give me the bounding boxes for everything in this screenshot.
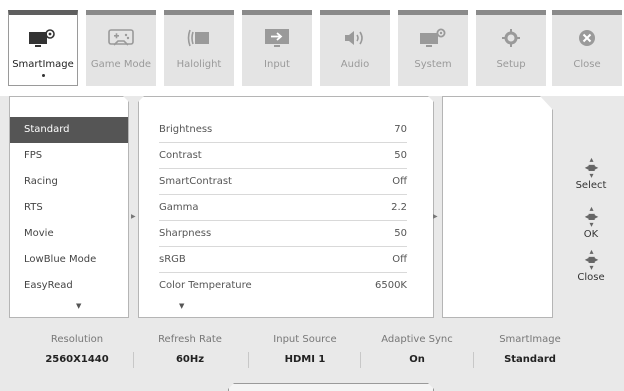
list-item[interactable]: FPS bbox=[10, 143, 128, 169]
status-label: Resolution bbox=[50, 334, 104, 345]
smartimage-mode-list: Standard FPS Racing RTS Movie LowBlue Mo… bbox=[9, 96, 129, 318]
setting-value: 50 bbox=[394, 228, 407, 239]
setting-name: Gamma bbox=[159, 202, 199, 213]
tab-label: Input bbox=[264, 59, 290, 70]
tab-label: System bbox=[414, 59, 452, 70]
picture-settings-list: Brightness 70 Contrast 50 SmartContrast … bbox=[138, 96, 434, 318]
setting-name: Brightness bbox=[159, 124, 213, 135]
setting-name: sRGB bbox=[159, 254, 186, 265]
list-item[interactable]: Movie bbox=[10, 221, 128, 247]
divider bbox=[473, 352, 474, 368]
divider bbox=[248, 352, 249, 368]
tab-setup[interactable]: Setup bbox=[476, 10, 546, 86]
select-label: Select bbox=[575, 180, 607, 191]
ok-label: OK bbox=[583, 229, 599, 240]
close-label: Close bbox=[577, 272, 605, 283]
setting-value: 50 bbox=[394, 150, 407, 161]
tab-label: SmartImage bbox=[12, 59, 74, 70]
list-item[interactable]: LowBlue Mode bbox=[10, 247, 128, 273]
divider bbox=[133, 352, 134, 368]
dpad-icon: ▴ ◂■▸ ▾ bbox=[584, 247, 599, 272]
tab-label: Halolight bbox=[176, 59, 222, 70]
list-item[interactable]: RTS bbox=[10, 195, 128, 221]
setting-value: 2.2 bbox=[391, 202, 407, 213]
status-value: 2560X1440 bbox=[45, 354, 109, 365]
setting-value: 70 bbox=[394, 124, 407, 135]
status-value: On bbox=[409, 354, 425, 365]
select-control[interactable]: ▴ ◂■▸ ▾ Select bbox=[571, 155, 611, 192]
status-resolution: Resolution 2560X1440 bbox=[22, 334, 132, 365]
status-label: Refresh Rate bbox=[158, 334, 222, 345]
scroll-down-icon[interactable]: ▼ bbox=[179, 302, 184, 310]
speaker-icon bbox=[340, 25, 370, 51]
tab-label: Close bbox=[573, 59, 601, 70]
tab-game-mode[interactable]: Game Mode bbox=[86, 10, 156, 86]
list-item[interactable]: Racing bbox=[10, 169, 128, 195]
status-value: HDMI 1 bbox=[284, 354, 326, 365]
setting-value: Off bbox=[392, 254, 407, 265]
setting-row-brightness[interactable]: Brightness 70 bbox=[159, 117, 407, 143]
dpad-icon: ▴ ◂■▸ ▾ bbox=[584, 204, 599, 229]
tab-label: Setup bbox=[496, 59, 526, 70]
tab-label: Game Mode bbox=[90, 59, 152, 70]
status-label: SmartImage bbox=[499, 334, 561, 345]
list-item[interactable]: Standard bbox=[10, 117, 128, 143]
submenu-panel bbox=[442, 96, 553, 318]
setting-name: Color Temperature bbox=[159, 280, 252, 291]
status-value: 60Hz bbox=[175, 354, 205, 365]
scroll-down-icon[interactable]: ▼ bbox=[76, 302, 81, 310]
tab-input[interactable]: Input bbox=[242, 10, 312, 86]
status-label: Input Source bbox=[273, 334, 337, 345]
gear-icon bbox=[496, 25, 526, 51]
tab-smartimage[interactable]: SmartImage bbox=[8, 10, 78, 86]
status-adaptive-sync: Adaptive Sync On bbox=[362, 334, 472, 365]
tab-halolight[interactable]: Halolight bbox=[164, 10, 234, 86]
setting-name: SmartContrast bbox=[159, 176, 232, 187]
input-icon bbox=[262, 25, 292, 51]
chevron-right-icon: ▶ bbox=[433, 213, 438, 220]
status-value: Standard bbox=[504, 354, 556, 365]
gamepad-icon bbox=[106, 25, 136, 51]
setting-row-srgb[interactable]: sRGB Off bbox=[159, 247, 407, 273]
tab-system[interactable]: System bbox=[398, 10, 468, 86]
status-input-source: Input Source HDMI 1 bbox=[250, 334, 360, 365]
close-icon bbox=[572, 25, 602, 51]
osd-tab-bar: SmartImage Game Mode Halolight Input Aud… bbox=[8, 10, 622, 88]
status-refresh-rate: Refresh Rate 60Hz bbox=[135, 334, 245, 365]
status-smartimage: SmartImage Standard bbox=[475, 334, 585, 365]
status-label: Adaptive Sync bbox=[381, 334, 453, 345]
tab-close[interactable]: Close bbox=[552, 10, 622, 86]
ok-control[interactable]: ▴ ◂■▸ ▾ OK bbox=[571, 204, 611, 241]
close-control[interactable]: ▴ ◂■▸ ▾ Close bbox=[571, 247, 611, 284]
system-icon bbox=[418, 25, 448, 51]
smartimage-icon bbox=[28, 25, 58, 51]
divider bbox=[360, 352, 361, 368]
setting-name: Contrast bbox=[159, 150, 202, 161]
tab-audio[interactable]: Audio bbox=[320, 10, 390, 86]
setting-row-color-temperature[interactable]: Color Temperature 6500K bbox=[159, 273, 407, 299]
chevron-right-icon: ▶ bbox=[131, 213, 136, 220]
setting-row-sharpness[interactable]: Sharpness 50 bbox=[159, 221, 407, 247]
setting-value: 6500K bbox=[374, 280, 407, 291]
setting-row-contrast[interactable]: Contrast 50 bbox=[159, 143, 407, 169]
setting-row-smartcontrast[interactable]: SmartContrast Off bbox=[159, 169, 407, 195]
tab-label: Audio bbox=[340, 59, 370, 70]
halolight-icon bbox=[184, 25, 214, 51]
setting-row-gamma[interactable]: Gamma 2.2 bbox=[159, 195, 407, 221]
active-indicator bbox=[41, 74, 45, 77]
dpad-icon: ▴ ◂■▸ ▾ bbox=[584, 155, 599, 180]
setting-name: Sharpness bbox=[159, 228, 212, 239]
bottom-notch bbox=[228, 383, 434, 391]
list-item[interactable]: EasyRead bbox=[10, 273, 128, 299]
setting-value: Off bbox=[392, 176, 407, 187]
